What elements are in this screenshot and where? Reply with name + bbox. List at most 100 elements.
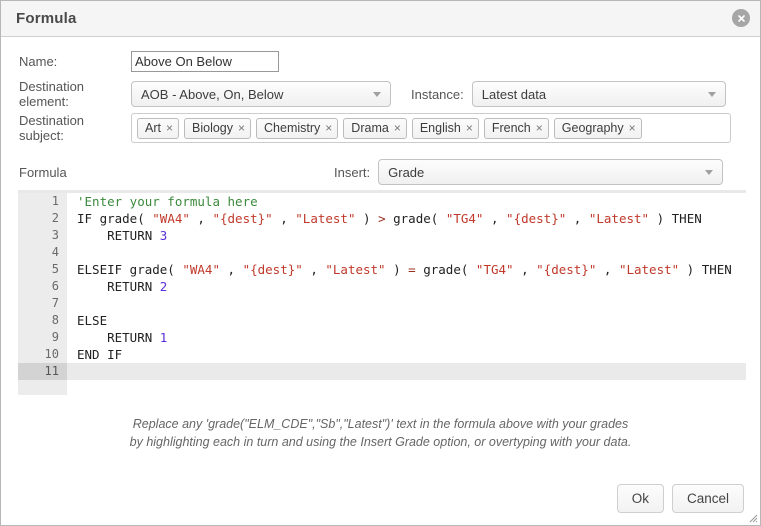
remove-tag-icon[interactable]: × [394,122,401,134]
destination-element-value: AOB - Above, On, Below [141,86,284,102]
editor-line-number: 5 [51,262,59,276]
destination-element-select[interactable]: AOB - Above, On, Below [131,81,391,107]
remove-tag-icon[interactable]: × [325,122,332,134]
code-token-string: "TG4" [445,211,484,226]
code-token-string: "Latest" [618,262,680,277]
subject-tag[interactable]: English × [411,117,479,139]
remove-tag-icon[interactable]: × [466,122,473,134]
code-token-plain: RETURN [77,228,160,243]
code-token-plain: END IF [77,347,123,362]
dialog-body: Name: Destination element: AOB - Above, … [1,37,760,525]
editor-code-line[interactable] [67,244,746,261]
formula-hint-line-1: Replace any 'grade("ELM_CDE","Sb","Lates… [132,417,629,431]
editor-code-line[interactable]: RETURN 3 [67,227,746,244]
subject-tag-label: English [419,121,461,135]
name-input[interactable] [131,50,279,72]
editor-line-number-gutter: 1 2 3 4 5 6 7 8 9 10 11 [18,193,67,395]
subject-tag[interactable]: Drama × [343,117,407,139]
formula-hint: Replace any 'grade("ELM_CDE","Sb","Lates… [1,415,760,451]
code-token-plain: ELSE [77,313,108,328]
resize-grip-icon[interactable] [746,511,758,523]
editor-code-line[interactable]: ELSEIF grade( "WA4" , "{dest}" , "Latest… [67,261,746,278]
editor-code-line[interactable]: END IF [67,346,746,363]
instance-label: Instance: [411,86,464,102]
code-token-plain: , [513,262,537,277]
destination-element-label: Destination element: [19,79,85,109]
name-row: Name: [1,49,760,73]
destination-subject-tagbox[interactable]: Art × Biology × Chemistry × Drama × English × Fren… [131,113,731,143]
code-token-string: "{dest}" [212,211,273,226]
code-token-plain: , [302,262,326,277]
remove-tag-icon[interactable]: × [166,122,173,134]
editor-line-number: 9 [51,330,59,344]
instance-select[interactable]: Latest data [471,81,726,107]
editor-line-number: 3 [51,228,59,242]
formula-hint-line-2: by highlighting each in turn and using t… [129,435,632,449]
editor-code-area[interactable]: 'Enter your formula here IF grade( "WA4" … [67,193,746,395]
editor-code-line[interactable]: RETURN 1 [67,329,746,346]
editor-code-line[interactable] [67,295,746,312]
formula-label: Formula [19,164,67,180]
name-label: Name: [19,53,58,69]
remove-tag-icon[interactable]: × [536,122,543,134]
ok-button[interactable]: Ok [616,484,664,513]
editor-code-line[interactable]: 'Enter your formula here [67,193,746,210]
subject-tag-label: French [491,121,531,135]
insert-label: Insert: [334,164,371,180]
code-token-number: 2 [159,279,168,294]
editor-code-line[interactable]: IF grade( "WA4" , "{dest}" , "Latest" ) … [67,210,746,227]
cancel-button[interactable]: Cancel [671,484,744,513]
code-token-string: "Latest" [588,211,650,226]
editor-code-line[interactable]: RETURN 2 [67,278,746,295]
code-token-plain: ) THEN [649,211,702,226]
code-token-plain: grade( [415,262,476,277]
chevron-down-icon [373,92,381,97]
editor-line-number: 2 [51,211,59,225]
destination-element-row: Destination element: AOB - Above, On, Be… [1,79,760,109]
formula-code-editor[interactable]: 1 2 3 4 5 6 7 8 9 10 11 'Enter your formula here IF… [18,190,746,395]
code-token-comment: 'Enter your formula here [77,194,258,209]
subject-tag-label: Chemistry [264,121,321,135]
remove-tag-icon[interactable]: × [629,122,636,134]
subject-tag[interactable]: Geography × [553,117,642,139]
subject-tag[interactable]: Art × [137,117,179,139]
subject-tag[interactable]: French × [483,117,549,139]
code-token-plain: ) THEN [679,262,732,277]
insert-value: Grade [388,164,425,180]
code-token-string: "WA4" [152,211,190,226]
code-token-number: 1 [159,330,168,345]
formula-header: Formula Insert: Grade [1,159,760,185]
editor-code-line[interactable]: ELSE [67,312,746,329]
instance-value: Latest data [481,86,547,102]
remove-tag-icon[interactable]: × [238,122,245,134]
editor-inner: 1 2 3 4 5 6 7 8 9 10 11 'Enter your formula here IF… [18,193,746,395]
subject-tag-label: Art [145,121,161,135]
subject-tag[interactable]: Biology × [184,117,252,139]
code-token-plain: , [220,262,243,277]
dialog-title: Formula [16,10,77,27]
code-token-string: "{dest}" [242,262,303,277]
code-token-plain: ELSEIF grade( [77,262,183,277]
insert-select[interactable]: Grade [378,159,724,185]
editor-code-line[interactable] [67,363,746,380]
code-token-string: "Latest" [325,262,386,277]
code-token-plain: ) [385,262,409,277]
code-token-plain: RETURN [77,279,160,294]
subject-tag[interactable]: Chemistry × [256,117,339,139]
code-token-plain: RETURN [77,330,160,345]
close-icon[interactable] [732,9,750,27]
code-token-plain: ) [355,211,379,226]
editor-line-number: 8 [51,313,59,327]
formula-dialog: Formula Name: Destination element: AOB -… [0,0,761,526]
code-token-op: = [408,262,416,277]
code-token-plain: , [272,211,296,226]
dialog-titlebar: Formula [1,1,760,37]
code-token-number: 3 [159,228,168,243]
editor-line-number: 7 [51,296,59,310]
code-token-plain: , [483,211,507,226]
editor-line-number: 6 [51,279,59,293]
chevron-down-icon [707,92,716,97]
destination-subject-row: Destination subject: Art × Biology × Chemist… [1,113,760,143]
code-token-op: > [378,211,386,226]
code-token-string: "TG4" [475,262,514,277]
